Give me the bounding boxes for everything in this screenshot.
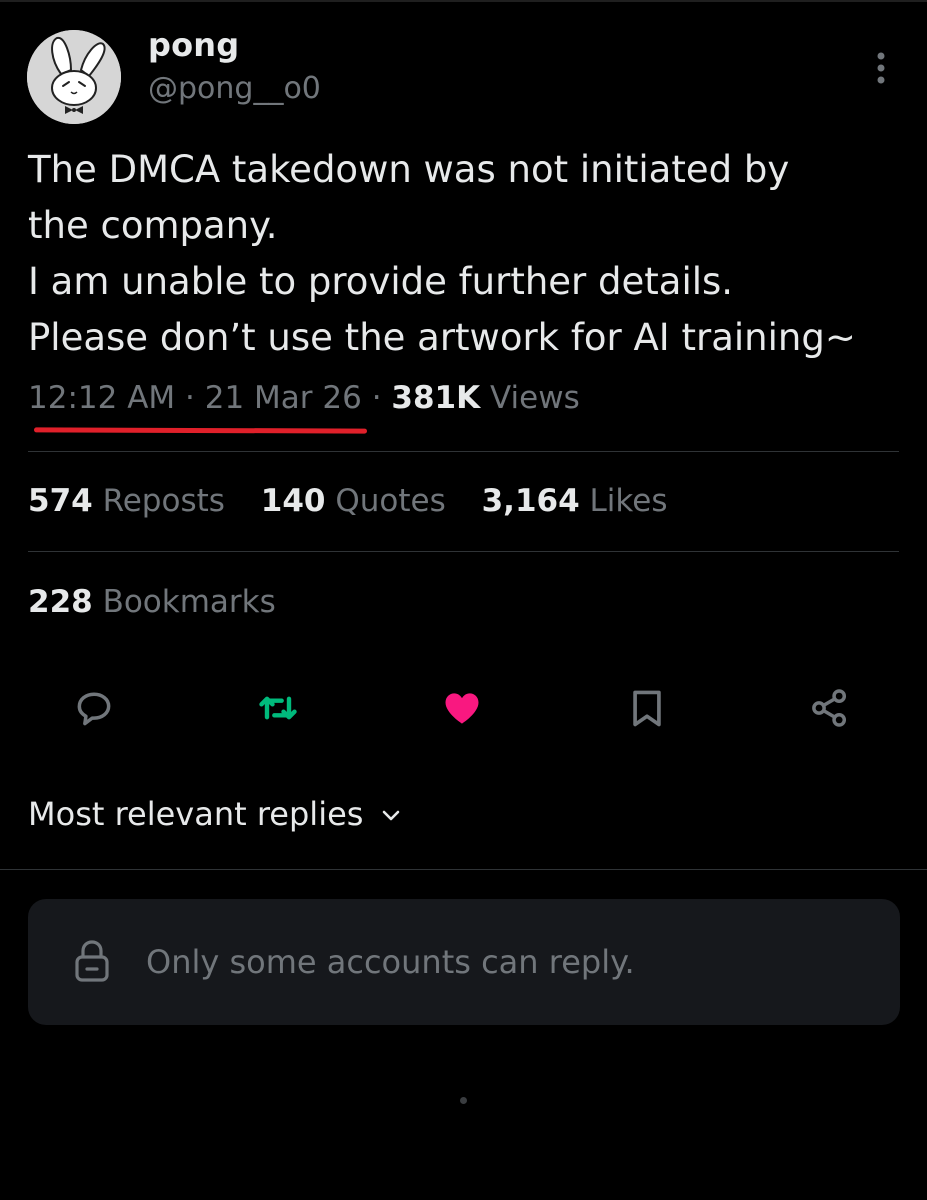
quotes-count: 140: [260, 483, 326, 519]
reposts-label: Reposts: [102, 483, 225, 519]
bunny-avatar-icon: [27, 30, 121, 124]
loading-dot: [460, 1097, 467, 1104]
heart-icon: [445, 693, 479, 724]
share-icon: [812, 689, 847, 727]
quotes-stat[interactable]: 140 Quotes: [261, 483, 446, 519]
tweet-text: The DMCA takedown was not initiated by t…: [28, 142, 908, 366]
views-label: Views: [490, 380, 580, 416]
tweet-line: the company.: [28, 204, 278, 247]
tweet-date[interactable]: 21 Mar 26: [205, 380, 362, 416]
meta-separator: ·: [371, 380, 382, 416]
bookmarks-label: Bookmarks: [102, 584, 276, 620]
divider: [28, 451, 899, 452]
reply-icon: [77, 692, 111, 726]
divider: [28, 551, 899, 552]
more-options-icon[interactable]: [866, 48, 896, 88]
tweet-meta: 12:12 AM · 21 Mar 26 · 381K Views: [28, 380, 580, 416]
bookmarks-stat[interactable]: 228 Bookmarks: [28, 584, 276, 620]
tweet-line: Please don’t use the artwork for AI trai…: [28, 316, 856, 359]
likes-count: 3,164: [481, 483, 580, 519]
replies-sort-dropdown[interactable]: Most relevant replies: [28, 795, 403, 833]
reply-restriction-box: Only some accounts can reply.: [28, 899, 900, 1025]
likes-stat[interactable]: 3,164 Likes: [482, 483, 668, 519]
divider: [0, 869, 927, 870]
avatar[interactable]: [27, 30, 121, 124]
tweet-line: I am unable to provide further details.: [28, 260, 734, 303]
bookmarks-count: 228: [28, 584, 93, 620]
reposts-stat[interactable]: 574 Reposts: [28, 483, 225, 519]
tweet-time[interactable]: 12:12 AM: [28, 380, 175, 416]
repost-icon: [259, 696, 297, 720]
bookmark-icon: [633, 690, 661, 727]
reposts-count: 574: [28, 483, 93, 519]
chevron-down-icon: [383, 810, 400, 821]
meta-separator: ·: [185, 380, 195, 416]
top-border: [0, 0, 927, 2]
views-count: 381K: [391, 380, 481, 416]
quotes-label: Quotes: [335, 483, 446, 519]
reply-button[interactable]: [70, 684, 118, 732]
lock-icon: [75, 940, 109, 982]
author-display-name[interactable]: pong: [148, 26, 239, 64]
tweet-line: The DMCA takedown was not initiated by: [28, 148, 790, 191]
share-button[interactable]: [806, 684, 854, 732]
replies-sort-label: Most relevant replies: [28, 795, 364, 833]
repost-button[interactable]: [254, 684, 302, 732]
bookmark-button[interactable]: [623, 684, 671, 732]
engagement-stats: 574 Reposts 140 Quotes 3,164 Likes: [28, 483, 694, 519]
like-button[interactable]: [438, 684, 486, 732]
author-handle[interactable]: @pong__o0: [148, 71, 321, 106]
likes-label: Likes: [589, 483, 668, 519]
red-annotation-underline: [33, 427, 368, 434]
reply-restriction-text: Only some accounts can reply.: [146, 943, 635, 981]
